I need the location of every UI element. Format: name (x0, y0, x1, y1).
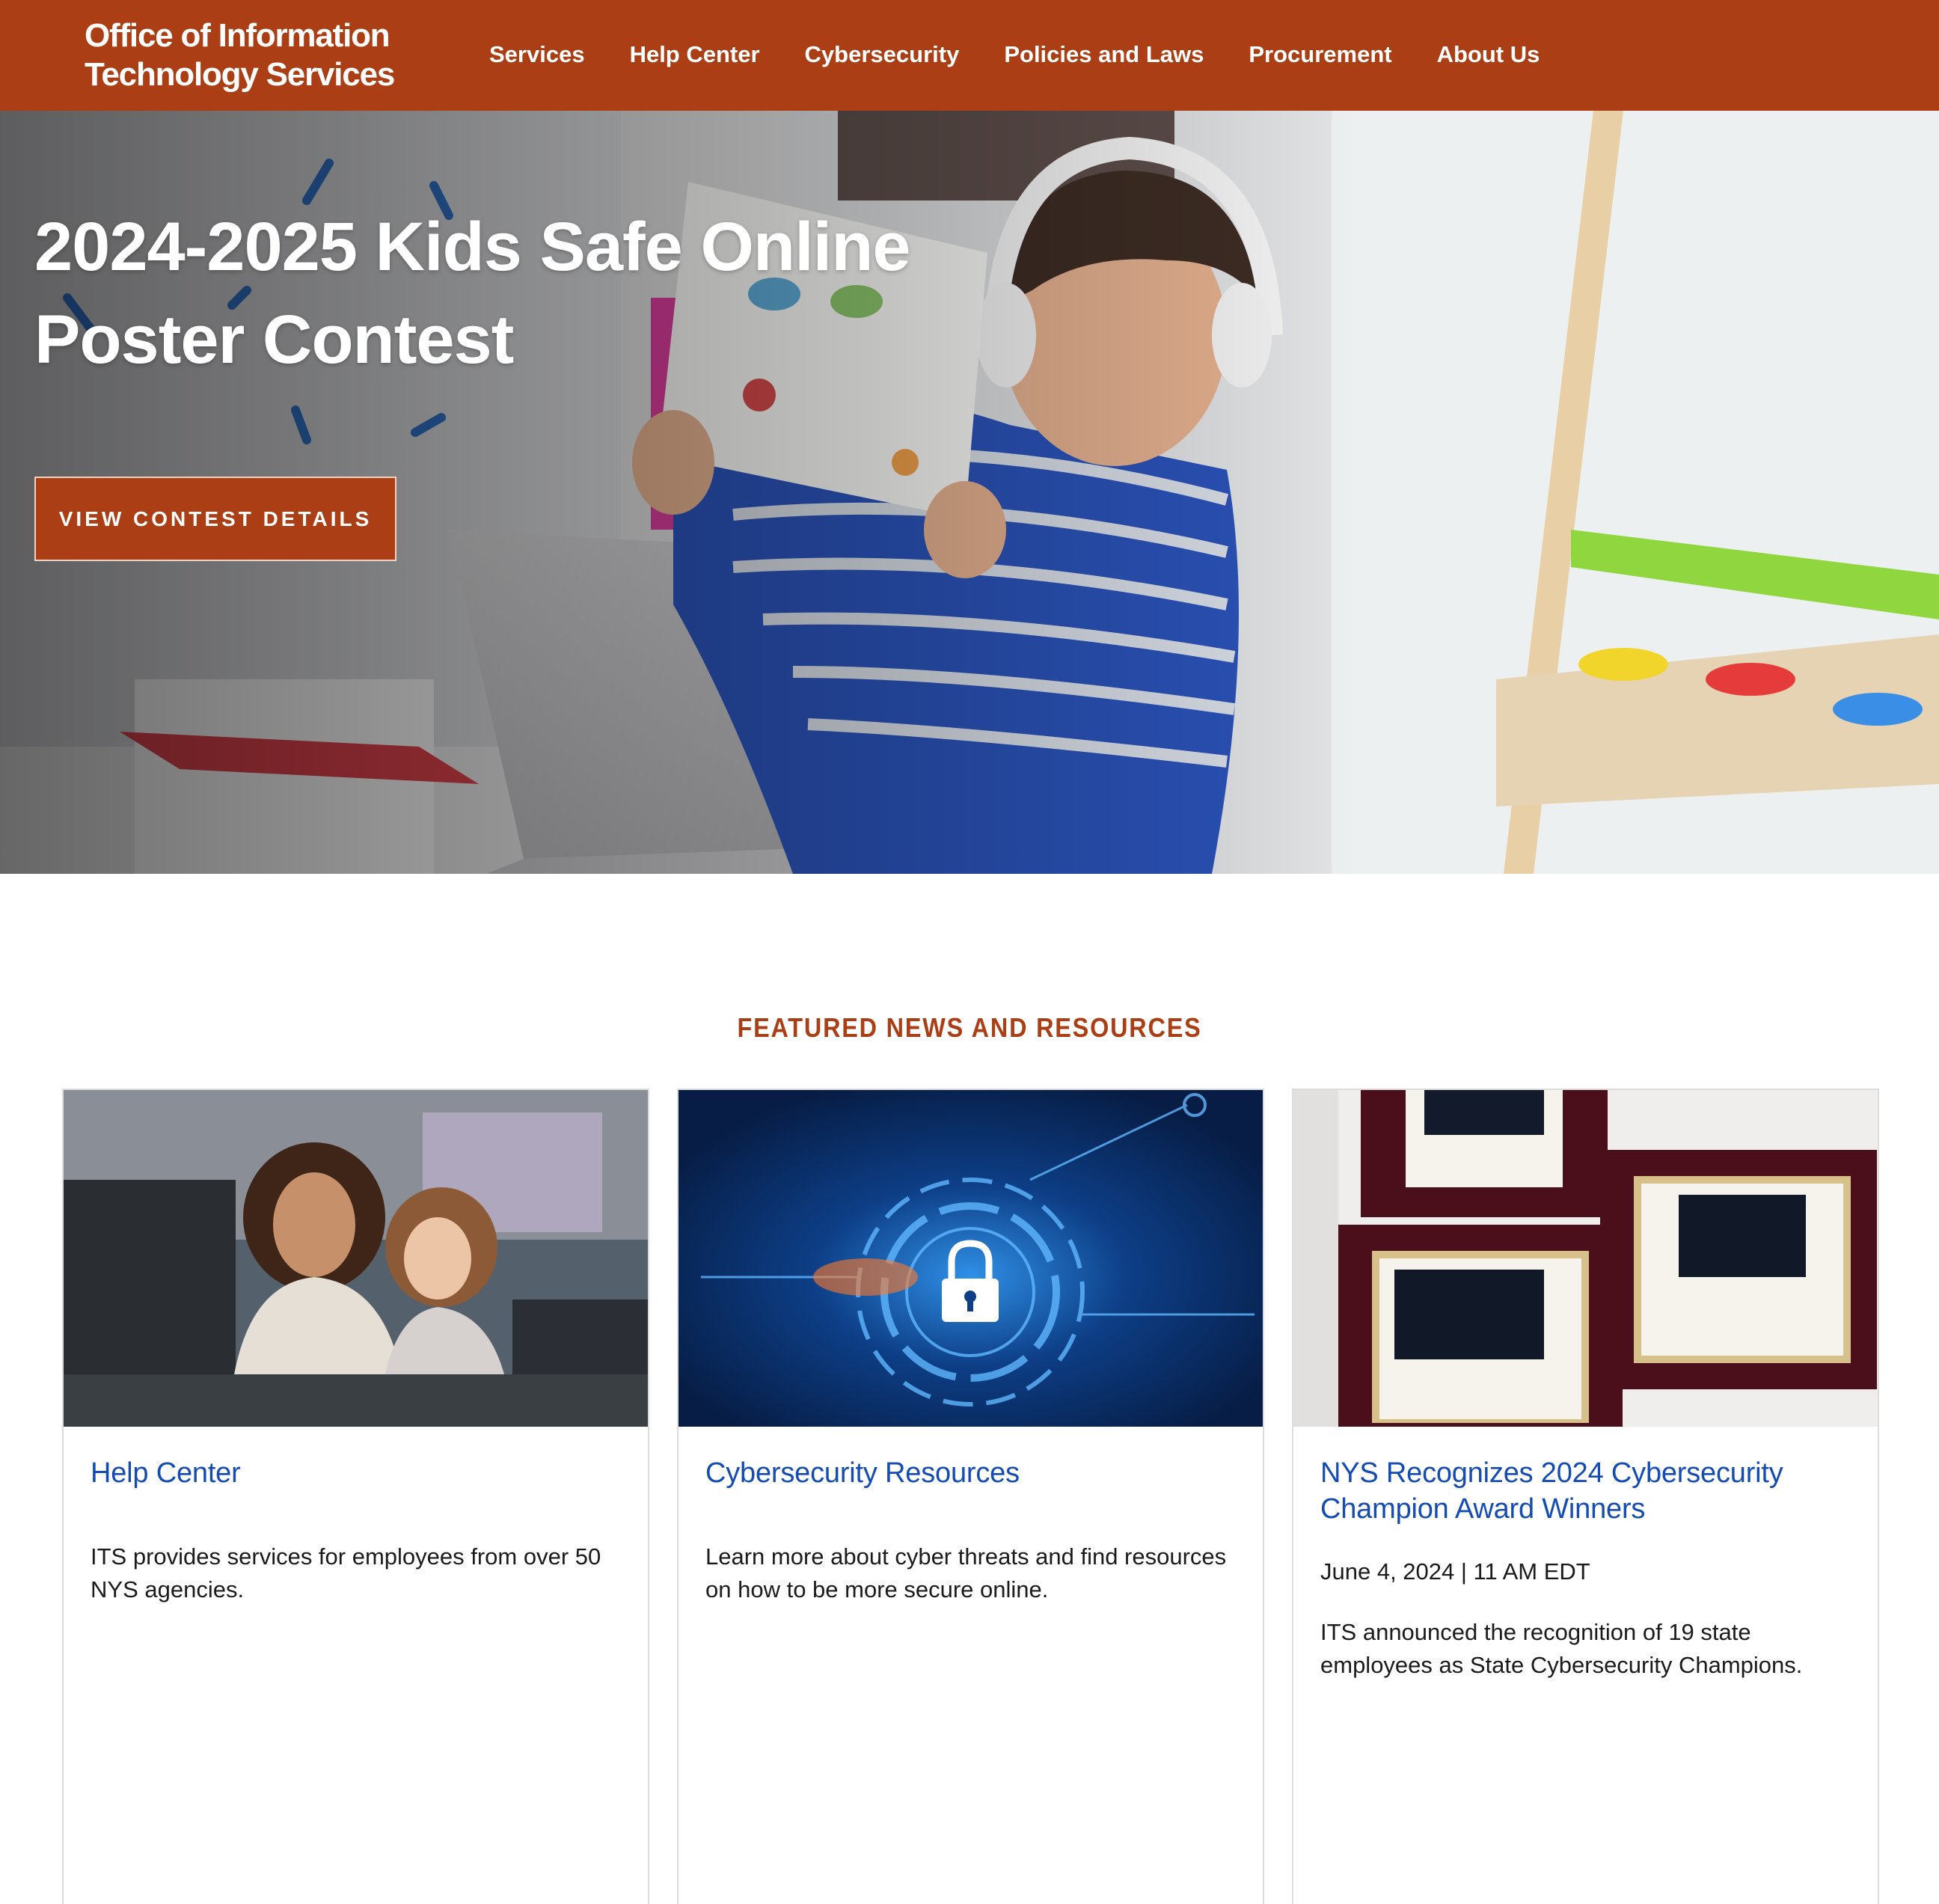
card-text: ITS provides services for employees from… (91, 1543, 601, 1603)
cybersecurity-lock-graphic[interactable] (679, 1090, 1263, 1427)
card-date: June 4, 2024 | 11 AM EDT (1320, 1558, 1590, 1585)
card-text: ITS announced the recognition of 19 stat… (1320, 1619, 1803, 1678)
featured-card-champion-awards: NYS Recognizes 2024 Cybersecurity Champi… (1292, 1089, 1879, 1904)
card-title-champion-awards[interactable]: NYS Recognizes 2024 Cybersecurity Champi… (1320, 1455, 1851, 1527)
site-header: Office of Information Technology Service… (0, 0, 1939, 111)
nav-item-procurement[interactable]: Procurement (1249, 36, 1391, 73)
nav-item-policies-and-laws[interactable]: Policies and Laws (1004, 36, 1204, 73)
nav-item-services[interactable]: Services (489, 36, 585, 73)
featured-card-cybersecurity-resources: Cybersecurity Resources Learn more about… (677, 1089, 1264, 1904)
nav-item-about-us[interactable]: About Us (1437, 36, 1540, 73)
award-plaques-photo[interactable] (1293, 1090, 1878, 1427)
logo-line-2: Technology Services (85, 56, 395, 93)
site-logo[interactable]: Office of Information Technology Service… (85, 16, 414, 94)
nav-item-cybersecurity[interactable]: Cybersecurity (805, 36, 960, 73)
card-text: Learn more about cyber threats and find … (705, 1543, 1227, 1603)
card-title-help-center[interactable]: Help Center (91, 1455, 621, 1491)
main-nav: Services Help Center Cybersecurity Polic… (489, 36, 1584, 73)
logo-line-1: Office of Information (85, 17, 390, 54)
card-body: Cybersecurity Resources Learn more about… (679, 1427, 1263, 1606)
view-contest-details-button[interactable]: VIEW CONTEST DETAILS (34, 477, 396, 561)
help-center-photo[interactable] (64, 1090, 648, 1427)
card-title-cybersecurity-resources[interactable]: Cybersecurity Resources (705, 1455, 1236, 1491)
hero-title: 2024-2025 Kids Safe Online Poster Contes… (34, 209, 911, 378)
featured-section-heading: FEATURED NEWS AND RESOURCES (737, 1012, 1202, 1043)
featured-card-help-center: Help Center ITS provides services for em… (62, 1089, 649, 1904)
card-body: Help Center ITS provides services for em… (64, 1427, 648, 1606)
card-body: NYS Recognizes 2024 Cybersecurity Champi… (1293, 1427, 1878, 1682)
nav-item-help-center[interactable]: Help Center (630, 36, 760, 73)
hero-banner: 2024-2025 Kids Safe Online Poster Contes… (0, 111, 1939, 874)
